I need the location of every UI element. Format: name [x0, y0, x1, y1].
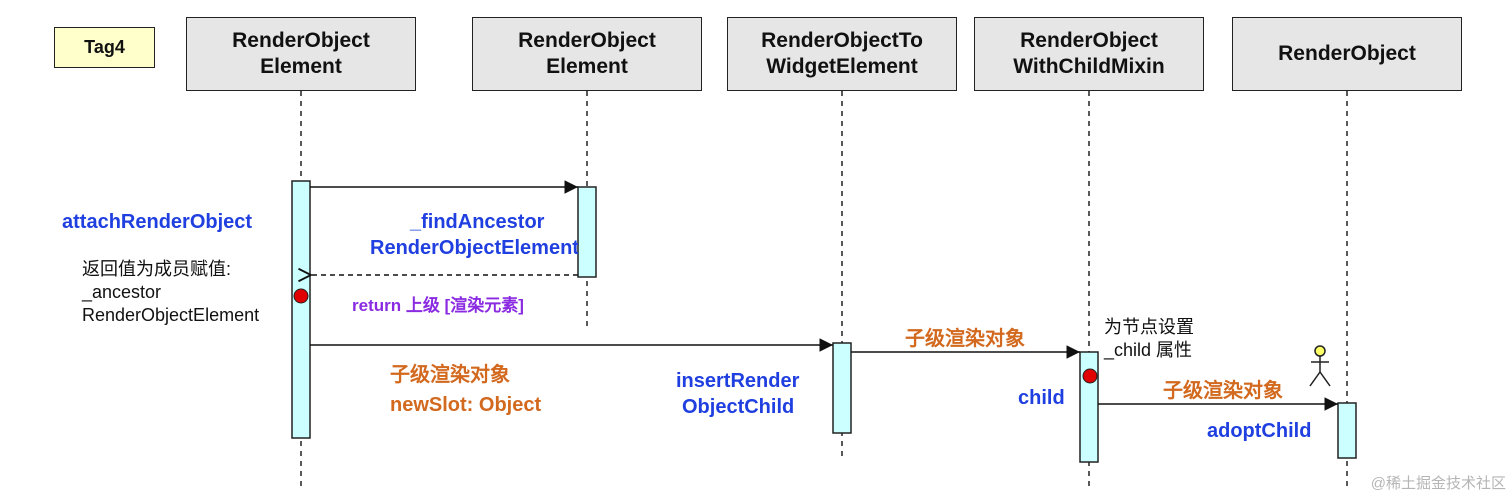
activation-bar-5	[1337, 402, 1357, 459]
note-return-assign: 返回值为成员赋值: _ancestor RenderObjectElement	[82, 259, 260, 325]
method-insert-render-line1: insertRender	[676, 370, 800, 392]
marker-dot-2	[1082, 368, 1098, 384]
activation-bar-1	[291, 180, 311, 439]
activation-bar-2	[577, 186, 597, 278]
activation-bar-3	[832, 342, 852, 434]
watermark: @稀土掘金技术社区	[1370, 475, 1506, 492]
method-attach-render-object: attachRenderObject	[62, 211, 253, 233]
return-label: return 上级 [渲染元素]	[352, 296, 524, 315]
note-set-child: 为节点设置 _child 属性	[1104, 317, 1194, 360]
message-label-child-render-object-1: 子级渲染对象	[390, 364, 510, 386]
method-find-ancestor-line2: RenderObjectElement	[370, 237, 578, 259]
method-insert-render-line2: ObjectChild	[682, 396, 795, 418]
marker-dot-1	[293, 288, 309, 304]
method-find-ancestor-line1: _findAncestor	[410, 211, 545, 233]
activation-bar-4	[1079, 351, 1099, 463]
message-label-child-render-object-2: 子级渲染对象	[905, 328, 1025, 350]
message-label-child-render-object-3: 子级渲染对象	[1163, 380, 1283, 402]
actor-icon	[1309, 345, 1331, 387]
message-label-new-slot: newSlot: Object	[390, 394, 542, 416]
method-adopt-child: adoptChild	[1207, 420, 1312, 442]
method-child: child	[1018, 387, 1065, 409]
